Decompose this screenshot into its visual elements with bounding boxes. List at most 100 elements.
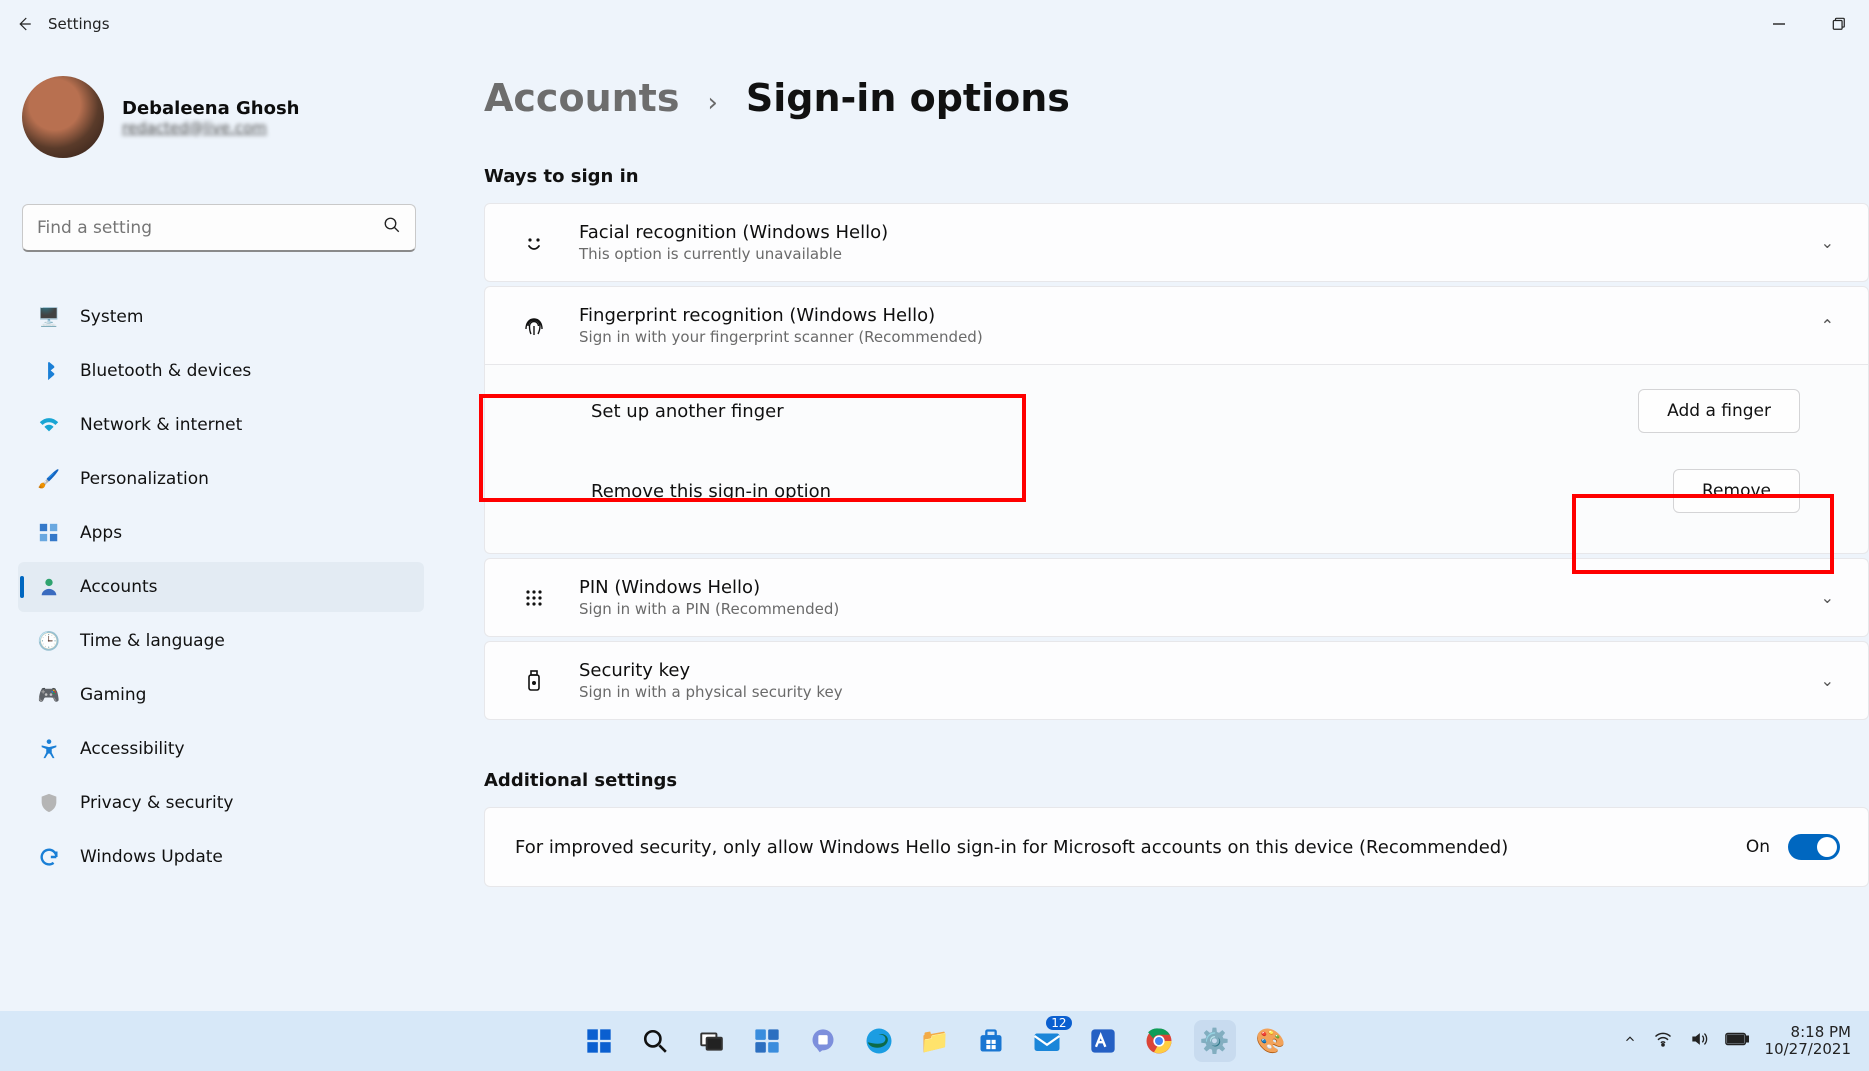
chevron-up-icon: ⌃: [1821, 316, 1840, 335]
task-view-icon: [698, 1028, 724, 1054]
sidebar-item-bluetooth[interactable]: Bluetooth & devices: [18, 346, 424, 396]
maximize-button[interactable]: [1809, 0, 1869, 48]
search-input[interactable]: [37, 218, 383, 238]
taskbar-taskview[interactable]: [690, 1020, 732, 1062]
option-pin[interactable]: PIN (Windows Hello) Sign in with a PIN (…: [484, 558, 1869, 637]
face-smile-icon: [519, 231, 549, 255]
sidebar-item-privacy[interactable]: Privacy & security: [18, 778, 424, 828]
taskbar-edge[interactable]: [858, 1020, 900, 1062]
sidebar-item-label: Time & language: [80, 631, 225, 651]
taskbar-app-generic[interactable]: [1082, 1020, 1124, 1062]
back-button[interactable]: [0, 15, 48, 33]
sidebar-item-label: Network & internet: [80, 415, 242, 435]
windows-start-icon: [585, 1027, 613, 1055]
option-title: Facial recognition (Windows Hello): [579, 222, 888, 243]
sidebar-item-label: Windows Update: [80, 847, 223, 867]
sidebar-item-accessibility[interactable]: Accessibility: [18, 724, 424, 774]
sidebar-item-network[interactable]: Network & internet: [18, 400, 424, 450]
chevron-up-icon: [1623, 1032, 1637, 1046]
taskbar-settings[interactable]: ⚙️: [1194, 1020, 1236, 1062]
taskbar-start[interactable]: [578, 1020, 620, 1062]
option-security-key[interactable]: Security key Sign in with a physical sec…: [484, 641, 1869, 720]
sidebar-item-label: Personalization: [80, 469, 209, 489]
option-fingerprint[interactable]: Fingerprint recognition (Windows Hello) …: [484, 286, 1869, 365]
tray-wifi[interactable]: [1653, 1029, 1673, 1053]
keypad-icon: [519, 586, 549, 610]
sidebar-item-label: System: [80, 307, 143, 327]
apps-icon: [38, 522, 60, 544]
chevron-down-icon: ⌄: [1821, 233, 1840, 252]
sidebar-item-label: Apps: [80, 523, 122, 543]
taskbar: 📁 12 ⚙️ 🎨 8:18 PM 10/27/2021: [0, 1011, 1869, 1071]
taskbar-search[interactable]: [634, 1020, 676, 1062]
window-title: Settings: [48, 15, 110, 33]
sidebar-item-time[interactable]: 🕒 Time & language: [18, 616, 424, 666]
option-facial[interactable]: Facial recognition (Windows Hello) This …: [484, 203, 1869, 282]
gear-icon: ⚙️: [1200, 1027, 1230, 1055]
profile-email: redacted@live.com: [122, 119, 299, 137]
sidebar-item-label: Accounts: [80, 577, 158, 597]
tray-volume[interactable]: [1689, 1029, 1709, 1053]
usb-key-icon: [519, 669, 549, 693]
avatar: [22, 76, 104, 158]
chevron-down-icon: ⌄: [1821, 671, 1840, 690]
taskbar-paint[interactable]: 🎨: [1250, 1020, 1292, 1062]
mail-icon: [1032, 1026, 1062, 1056]
fingerprint-icon: [519, 314, 549, 338]
taskbar-mail[interactable]: 12: [1026, 1020, 1068, 1062]
sidebar-item-system[interactable]: 🖥️ System: [18, 292, 424, 342]
chat-icon: [809, 1027, 837, 1055]
taskbar-store[interactable]: [970, 1020, 1012, 1062]
sidebar-item-update[interactable]: Windows Update: [18, 832, 424, 882]
search-icon: [642, 1028, 668, 1054]
gamepad-icon: 🎮: [38, 685, 60, 706]
option-subtitle: Sign in with a PIN (Recommended): [579, 600, 839, 618]
minimize-button[interactable]: [1749, 0, 1809, 48]
palette-icon: 🎨: [1256, 1027, 1286, 1055]
sync-icon: [38, 846, 60, 868]
chrome-icon: [1144, 1026, 1174, 1056]
taskbar-chrome[interactable]: [1138, 1020, 1180, 1062]
app-icon: [1089, 1027, 1117, 1055]
edge-icon: [864, 1026, 894, 1056]
tray-battery[interactable]: [1725, 1031, 1749, 1051]
wifi-icon: [1653, 1029, 1673, 1049]
toggle-hello-only[interactable]: [1788, 834, 1840, 860]
clock-globe-icon: 🕒: [38, 631, 60, 652]
sidebar-item-gaming[interactable]: 🎮 Gaming: [18, 670, 424, 720]
toggle-state: On: [1746, 837, 1770, 857]
store-icon: [977, 1027, 1005, 1055]
add-finger-button[interactable]: Add a finger: [1638, 389, 1800, 433]
profile-name: Debaleena Ghosh: [122, 98, 299, 119]
bluetooth-icon: [38, 360, 60, 382]
volume-icon: [1689, 1029, 1709, 1049]
sidebar-item-accounts[interactable]: Accounts: [18, 562, 424, 612]
monitor-icon: 🖥️: [38, 307, 60, 328]
section-heading-ways: Ways to sign in: [484, 166, 1869, 187]
folder-icon: 📁: [920, 1027, 950, 1055]
breadcrumb-current: Sign-in options: [746, 76, 1070, 120]
clock-date: 10/27/2021: [1765, 1041, 1851, 1058]
taskbar-chat[interactable]: [802, 1020, 844, 1062]
sidebar-item-personalization[interactable]: 🖌️Personalization: [18, 454, 424, 504]
taskbar-widgets[interactable]: [746, 1020, 788, 1062]
option-title: Security key: [579, 660, 843, 681]
chevron-down-icon: ⌄: [1821, 588, 1840, 607]
option-subtitle: Sign in with your fingerprint scanner (R…: [579, 328, 983, 346]
sidebar-item-label: Gaming: [80, 685, 146, 705]
wifi-icon: [38, 414, 60, 436]
taskbar-explorer[interactable]: 📁: [914, 1020, 956, 1062]
remove-button[interactable]: Remove: [1673, 469, 1800, 513]
option-title: PIN (Windows Hello): [579, 577, 839, 598]
option-title: Fingerprint recognition (Windows Hello): [579, 305, 983, 326]
profile-block[interactable]: Debaleena Ghosh redacted@live.com: [22, 76, 299, 158]
sidebar-item-apps[interactable]: Apps: [18, 508, 424, 558]
breadcrumb-parent[interactable]: Accounts: [484, 76, 679, 120]
mail-badge: 12: [1046, 1016, 1071, 1030]
search-box[interactable]: [22, 204, 416, 252]
option-fingerprint-expanded: Set up another finger Add a finger Remov…: [484, 365, 1869, 554]
tray-overflow[interactable]: [1623, 1032, 1637, 1050]
battery-icon: [1725, 1031, 1749, 1047]
setting-label: For improved security, only allow Window…: [515, 837, 1508, 858]
tray-clock[interactable]: 8:18 PM 10/27/2021: [1765, 1024, 1851, 1059]
